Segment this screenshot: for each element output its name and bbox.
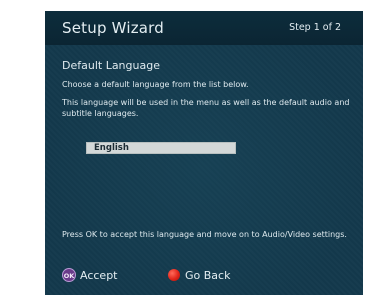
section-title: Default Language — [62, 59, 160, 72]
language-option-label: English — [94, 143, 129, 153]
accept-button[interactable]: OK Accept — [62, 267, 118, 283]
setup-wizard-screen: Setup Wizard Step 1 of 2 Default Languag… — [45, 11, 363, 295]
explanation-text: This language will be used in the menu a… — [62, 98, 350, 118]
red-key-icon — [168, 269, 180, 281]
language-option-english[interactable]: English — [86, 142, 236, 154]
accept-label: Accept — [80, 268, 118, 282]
header-bar: Setup Wizard Step 1 of 2 — [45, 11, 363, 45]
instruction-text: Choose a default language from the list … — [62, 80, 249, 89]
page-title: Setup Wizard — [62, 19, 164, 37]
go-back-label: Go Back — [185, 268, 231, 282]
footer-note: Press OK to accept this language and mov… — [62, 230, 347, 239]
ok-key-icon: OK — [62, 268, 76, 282]
go-back-button[interactable]: Go Back — [168, 267, 230, 283]
step-indicator: Step 1 of 2 — [289, 22, 341, 33]
